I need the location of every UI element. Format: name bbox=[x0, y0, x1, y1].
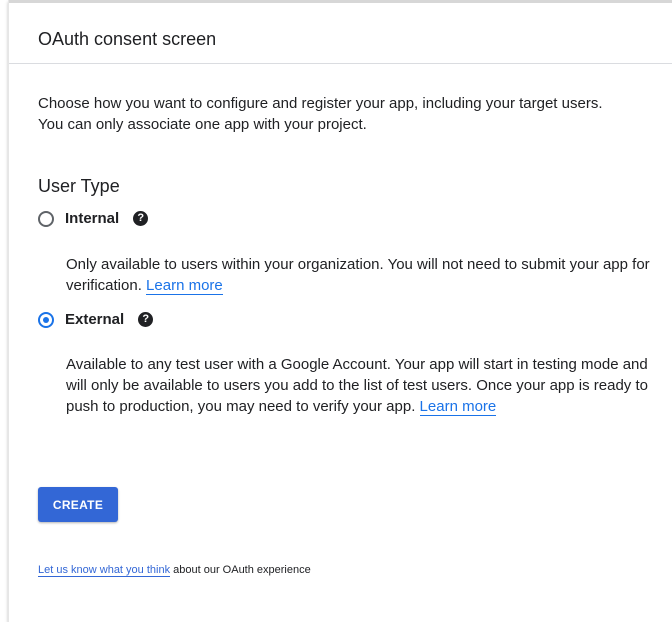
external-option[interactable]: External ? bbox=[38, 311, 154, 328]
page-title: OAuth consent screen bbox=[38, 29, 217, 49]
create-button[interactable]: CREATE bbox=[38, 487, 118, 522]
top-divider bbox=[9, 0, 672, 3]
external-label: External bbox=[65, 311, 125, 328]
internal-description-block: Only available to users within your orga… bbox=[66, 254, 666, 296]
feedback-link[interactable]: Let us know what you think bbox=[38, 564, 171, 577]
external-radio[interactable] bbox=[38, 311, 54, 328]
user-type-title: User Type bbox=[38, 176, 120, 196]
feedback-text: about our OAuth experience bbox=[170, 564, 311, 576]
consent-panel: OAuth consent screen Choose how you want… bbox=[8, 0, 672, 622]
external-description: Available to any test user with a Google… bbox=[66, 356, 648, 415]
internal-learn-more-link[interactable]: Learn more bbox=[146, 277, 223, 295]
internal-option[interactable]: Internal ? bbox=[38, 210, 149, 227]
external-learn-more-link[interactable]: Learn more bbox=[419, 398, 497, 416]
panel-header: OAuth consent screen bbox=[9, 0, 672, 64]
feedback-line: Let us know what you think about our OAu… bbox=[38, 563, 311, 577]
intro-text: Choose how you want to configure and reg… bbox=[38, 95, 603, 133]
help-circle-icon[interactable]: ? bbox=[138, 312, 154, 327]
external-description-block: Available to any test user with a Google… bbox=[66, 354, 666, 417]
internal-label: Internal bbox=[65, 210, 120, 227]
help-circle-icon[interactable]: ? bbox=[133, 211, 149, 226]
internal-radio[interactable] bbox=[38, 210, 54, 227]
